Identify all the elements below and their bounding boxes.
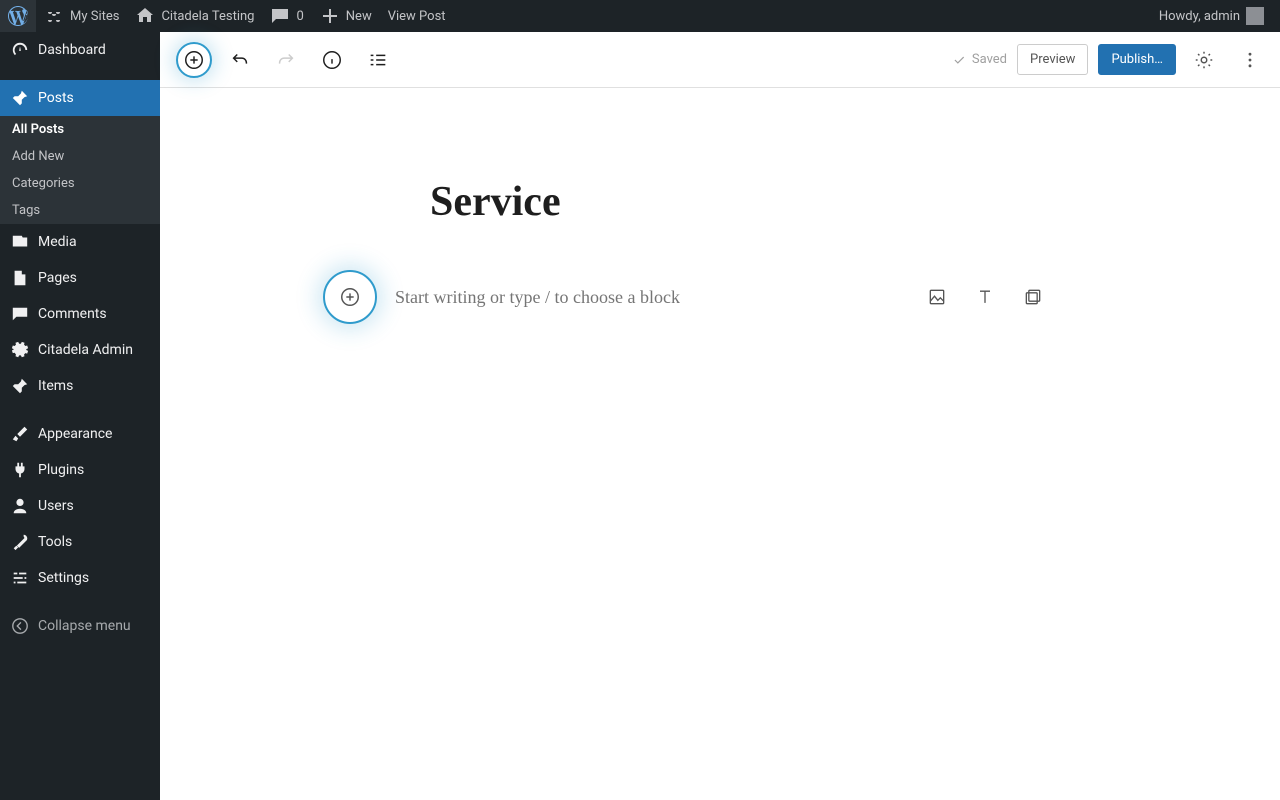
content-info-button[interactable] bbox=[314, 42, 350, 78]
menu-label: Users bbox=[38, 498, 74, 514]
menu-label: Tools bbox=[38, 534, 72, 550]
howdy-label: Howdy, admin bbox=[1159, 9, 1240, 24]
comment-icon bbox=[270, 6, 290, 26]
comments-count: 0 bbox=[296, 9, 303, 24]
admin-bar-right: Howdy, admin bbox=[1151, 0, 1280, 32]
editor-toolbar: Saved Preview Publish… bbox=[160, 32, 1280, 88]
menu-label: Media bbox=[38, 234, 77, 250]
menu-plugins[interactable]: Plugins bbox=[0, 452, 160, 488]
menu-label: Collapse menu bbox=[38, 618, 131, 634]
submenu-all-posts[interactable]: All Posts bbox=[0, 116, 160, 143]
menu-appearance[interactable]: Appearance bbox=[0, 416, 160, 452]
menu-media[interactable]: Media bbox=[0, 224, 160, 260]
plug-icon bbox=[10, 460, 30, 480]
preview-button[interactable]: Preview bbox=[1017, 44, 1088, 75]
admin-bar: My Sites Citadela Testing 0 New View Pos… bbox=[0, 0, 1280, 32]
menu-label: Appearance bbox=[38, 426, 112, 442]
page-icon bbox=[10, 268, 30, 288]
menu-citadela-admin[interactable]: Citadela Admin bbox=[0, 332, 160, 368]
admin-bar-left: My Sites Citadela Testing 0 New View Pos… bbox=[0, 0, 454, 32]
wordpress-icon bbox=[8, 6, 28, 26]
menu-tools[interactable]: Tools bbox=[0, 524, 160, 560]
heading-block-icon[interactable] bbox=[973, 285, 997, 309]
redo-button[interactable] bbox=[268, 42, 304, 78]
avatar-icon bbox=[1246, 7, 1264, 25]
submenu-posts: All Posts Add New Categories Tags bbox=[0, 116, 160, 224]
menu-label: Plugins bbox=[38, 462, 84, 478]
menu-label: Citadela Admin bbox=[38, 342, 133, 358]
user-icon bbox=[10, 496, 30, 516]
menu-label: Dashboard bbox=[38, 42, 106, 58]
more-options-button[interactable] bbox=[1232, 42, 1268, 78]
menu-label: Settings bbox=[38, 570, 89, 586]
menu-comments[interactable]: Comments bbox=[0, 296, 160, 332]
image-block-icon[interactable] bbox=[925, 285, 949, 309]
pin-icon bbox=[10, 88, 30, 108]
my-account[interactable]: Howdy, admin bbox=[1151, 0, 1272, 32]
view-post-label: View Post bbox=[388, 9, 446, 24]
toolbar-left bbox=[176, 42, 396, 78]
saved-label: Saved bbox=[972, 52, 1007, 67]
comment-icon bbox=[10, 304, 30, 324]
save-status: Saved bbox=[952, 52, 1007, 67]
multisite-icon bbox=[44, 6, 64, 26]
menu-label: Items bbox=[38, 378, 73, 394]
menu-posts[interactable]: Posts bbox=[0, 80, 160, 116]
media-icon bbox=[10, 232, 30, 252]
publish-button[interactable]: Publish… bbox=[1098, 44, 1176, 75]
menu-label: Posts bbox=[38, 90, 74, 106]
settings-button[interactable] bbox=[1186, 42, 1222, 78]
default-block-row: Start writing or type / to choose a bloc… bbox=[395, 270, 1045, 324]
editor-content: Service Start writing or type / to choos… bbox=[160, 88, 1280, 324]
outline-button[interactable] bbox=[360, 42, 396, 78]
gallery-block-icon[interactable] bbox=[1021, 285, 1045, 309]
admin-sidebar: Dashboard Posts All Posts Add New Catego… bbox=[0, 32, 160, 800]
add-block-button[interactable] bbox=[176, 42, 212, 78]
new-label: New bbox=[346, 9, 372, 24]
pin-icon bbox=[10, 376, 30, 396]
submenu-add-new[interactable]: Add New bbox=[0, 143, 160, 170]
inline-block-tools bbox=[925, 285, 1045, 309]
menu-users[interactable]: Users bbox=[0, 488, 160, 524]
submenu-tags[interactable]: Tags bbox=[0, 197, 160, 224]
menu-items[interactable]: Items bbox=[0, 368, 160, 404]
home-icon bbox=[135, 6, 155, 26]
gear-icon bbox=[10, 340, 30, 360]
toolbar-right: Saved Preview Publish… bbox=[952, 42, 1268, 78]
menu-collapse[interactable]: Collapse menu bbox=[0, 608, 160, 644]
block-editor: Saved Preview Publish… Service Start wri… bbox=[160, 32, 1280, 800]
menu-settings[interactable]: Settings bbox=[0, 560, 160, 596]
view-post-link[interactable]: View Post bbox=[380, 0, 454, 32]
block-placeholder-text[interactable]: Start writing or type / to choose a bloc… bbox=[395, 287, 835, 308]
dashboard-icon bbox=[10, 40, 30, 60]
wrench-icon bbox=[10, 532, 30, 552]
inline-add-block-button[interactable] bbox=[323, 270, 377, 324]
my-sites-label: My Sites bbox=[70, 9, 119, 24]
site-name-menu[interactable]: Citadela Testing bbox=[127, 0, 262, 32]
menu-pages[interactable]: Pages bbox=[0, 260, 160, 296]
menu-label: Pages bbox=[38, 270, 77, 286]
my-sites-menu[interactable]: My Sites bbox=[36, 0, 127, 32]
submenu-categories[interactable]: Categories bbox=[0, 170, 160, 197]
wp-logo-menu[interactable] bbox=[0, 0, 36, 32]
comments-menu[interactable]: 0 bbox=[262, 0, 311, 32]
post-title-input[interactable]: Service bbox=[430, 178, 1010, 226]
site-name-label: Citadela Testing bbox=[161, 9, 254, 24]
menu-label: Comments bbox=[38, 306, 107, 322]
new-content-menu[interactable]: New bbox=[312, 0, 380, 32]
menu-dashboard[interactable]: Dashboard bbox=[0, 32, 160, 68]
undo-button[interactable] bbox=[222, 42, 258, 78]
collapse-icon bbox=[10, 616, 30, 636]
brush-icon bbox=[10, 424, 30, 444]
sliders-icon bbox=[10, 568, 30, 588]
plus-icon bbox=[320, 6, 340, 26]
